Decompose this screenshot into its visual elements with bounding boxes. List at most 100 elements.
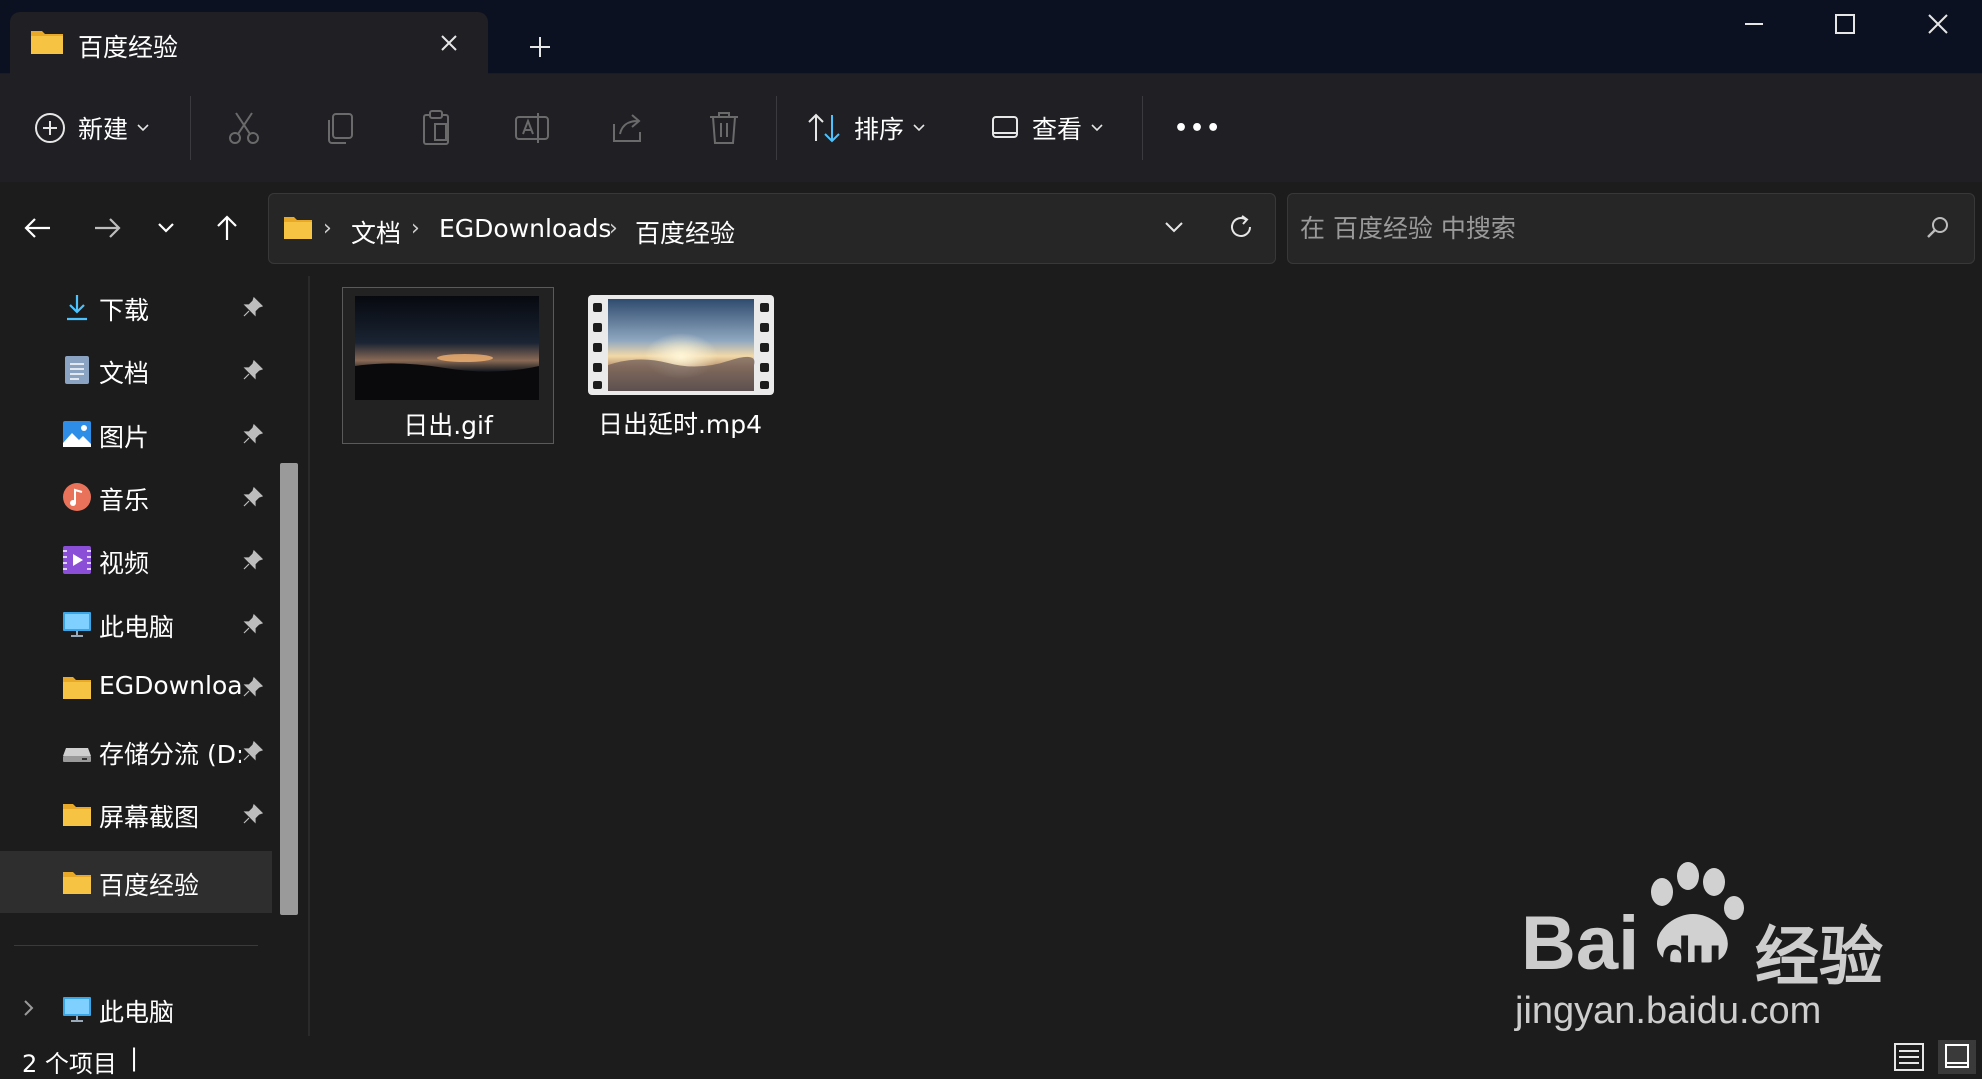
share-icon[interactable] — [608, 108, 648, 148]
copy-icon[interactable] — [320, 108, 360, 148]
sidebar-item-pictures[interactable]: 图片 — [0, 403, 272, 465]
sidebar-item-label: 百度经验 — [99, 871, 200, 900]
tree-item-this-pc[interactable]: 此电脑 — [0, 978, 272, 1040]
sidebar-scrollbar[interactable] — [280, 463, 298, 915]
pin-icon[interactable] — [242, 803, 264, 825]
chevron-down-icon — [136, 123, 150, 133]
chevron-down-icon — [1090, 123, 1104, 133]
address-bar[interactable]: › 文档 › EGDownloads › 百度经验 — [268, 193, 1276, 264]
sidebar-item-label: 音乐 — [99, 486, 150, 515]
add-icon — [34, 112, 66, 144]
details-view-icon[interactable] — [1893, 1042, 1925, 1072]
forward-arrow-icon[interactable] — [89, 210, 125, 246]
sidebar-item-baidu-jingyan[interactable]: 百度经验 — [0, 851, 272, 913]
pin-icon[interactable] — [242, 613, 264, 635]
sidebar-item-label: 存储分流 (D:) — [99, 740, 241, 769]
up-arrow-icon[interactable] — [209, 210, 245, 246]
chevron-down-icon — [912, 123, 926, 133]
new-tab-button[interactable] — [520, 27, 560, 67]
sidebar-item-label: EGDownloac — [99, 671, 241, 700]
sort-button[interactable]: 排序 — [806, 74, 926, 182]
status-bar: 2 个项目 | — [0, 1036, 1982, 1078]
search-box[interactable] — [1287, 193, 1975, 264]
paste-icon[interactable] — [416, 108, 456, 148]
sidebar-item-music[interactable]: 音乐 — [0, 466, 272, 528]
gif-thumbnail — [355, 296, 539, 400]
new-label: 新建 — [78, 115, 129, 144]
view-button[interactable]: 查看 — [990, 74, 1104, 182]
pin-icon[interactable] — [242, 676, 264, 698]
breadcrumb-baidu-jingyan[interactable]: 百度经验 — [635, 214, 735, 250]
sidebar-item-egdownloads[interactable]: EGDownloac — [0, 656, 272, 718]
cut-icon[interactable] — [224, 108, 264, 148]
close-icon[interactable] — [434, 28, 464, 58]
pictures-icon — [62, 419, 92, 449]
close-window-button[interactable] — [1908, 4, 1968, 44]
pin-icon[interactable] — [242, 423, 264, 445]
sidebar-divider — [14, 945, 258, 946]
pin-icon[interactable] — [242, 296, 264, 318]
sidebar-item-screenshots[interactable]: 屏幕截图 — [0, 783, 272, 845]
folder-icon — [62, 672, 92, 702]
sidebar-item-label: 视频 — [99, 549, 150, 578]
new-button[interactable]: 新建 — [34, 74, 150, 182]
view-icon — [990, 113, 1020, 143]
sidebar-item-this-pc[interactable]: 此电脑 — [0, 593, 272, 655]
sidebar-item-label: 屏幕截图 — [99, 803, 200, 832]
rename-icon[interactable] — [512, 108, 552, 148]
watermark-url: jingyan.baidu.com — [1515, 990, 1822, 1032]
maximize-button[interactable] — [1815, 4, 1875, 44]
refresh-icon[interactable] — [1225, 211, 1257, 243]
sort-icon — [806, 111, 842, 145]
sort-label: 排序 — [854, 115, 905, 144]
drive-icon — [62, 736, 92, 766]
pin-icon[interactable] — [242, 740, 264, 762]
tab-baidu-jingyan[interactable]: 百度经验 — [10, 12, 488, 74]
folder-icon — [30, 27, 64, 55]
item-count: 2 个项目 — [22, 1050, 117, 1078]
pin-icon[interactable] — [242, 486, 264, 508]
view-label: 查看 — [1032, 115, 1083, 144]
documents-icon — [62, 355, 92, 385]
file-item-gif[interactable]: 日出.gif — [342, 287, 554, 444]
tiles-view-icon[interactable] — [1938, 1040, 1976, 1074]
sidebar-item-downloads[interactable]: 下载 — [0, 276, 272, 338]
this-pc-icon — [62, 994, 92, 1024]
videos-icon — [62, 545, 92, 575]
status-divider: | — [130, 1044, 139, 1072]
music-icon — [62, 482, 92, 512]
sidebar-item-documents[interactable]: 文档 — [0, 339, 272, 401]
pane-divider[interactable] — [308, 276, 310, 1036]
file-name: 日出.gif — [403, 411, 493, 440]
chevron-right-icon[interactable] — [22, 998, 36, 1018]
address-history-chevron-icon[interactable] — [1159, 212, 1189, 242]
sidebar-item-label: 此电脑 — [99, 613, 175, 642]
search-icon[interactable] — [1924, 214, 1952, 242]
minimize-button[interactable] — [1724, 4, 1784, 44]
search-input[interactable] — [1298, 194, 1902, 263]
pin-icon[interactable] — [242, 359, 264, 381]
toolbar-divider — [190, 96, 191, 160]
delete-icon[interactable] — [704, 108, 744, 148]
sidebar-item-label: 文档 — [99, 359, 150, 388]
toolbar-divider — [776, 96, 777, 160]
breadcrumb-separator: › — [411, 216, 420, 241]
watermark-logo-bai: Bai — [1521, 901, 1640, 986]
video-thumbnail — [588, 295, 774, 395]
more-options-button[interactable]: ••• — [1174, 74, 1222, 182]
back-arrow-icon[interactable] — [20, 210, 56, 246]
sidebar-item-label: 图片 — [99, 423, 150, 452]
breadcrumb-documents[interactable]: 文档 — [351, 214, 401, 250]
toolbar-divider — [1142, 96, 1143, 160]
breadcrumb-separator: › — [609, 216, 618, 241]
sidebar-item-videos[interactable]: 视频 — [0, 529, 272, 591]
sidebar-item-drive-d[interactable]: 存储分流 (D:) — [0, 720, 272, 782]
tab-label: 百度经验 — [78, 33, 179, 62]
folder-icon — [62, 867, 92, 897]
file-item-mp4[interactable]: 日出延时.mp4 — [580, 287, 780, 442]
this-pc-icon — [62, 609, 92, 639]
breadcrumb-egdownloads[interactable]: EGDownloads — [439, 214, 611, 243]
recent-locations-chevron-icon[interactable] — [148, 210, 184, 246]
folder-icon — [283, 214, 313, 240]
pin-icon[interactable] — [242, 549, 264, 571]
